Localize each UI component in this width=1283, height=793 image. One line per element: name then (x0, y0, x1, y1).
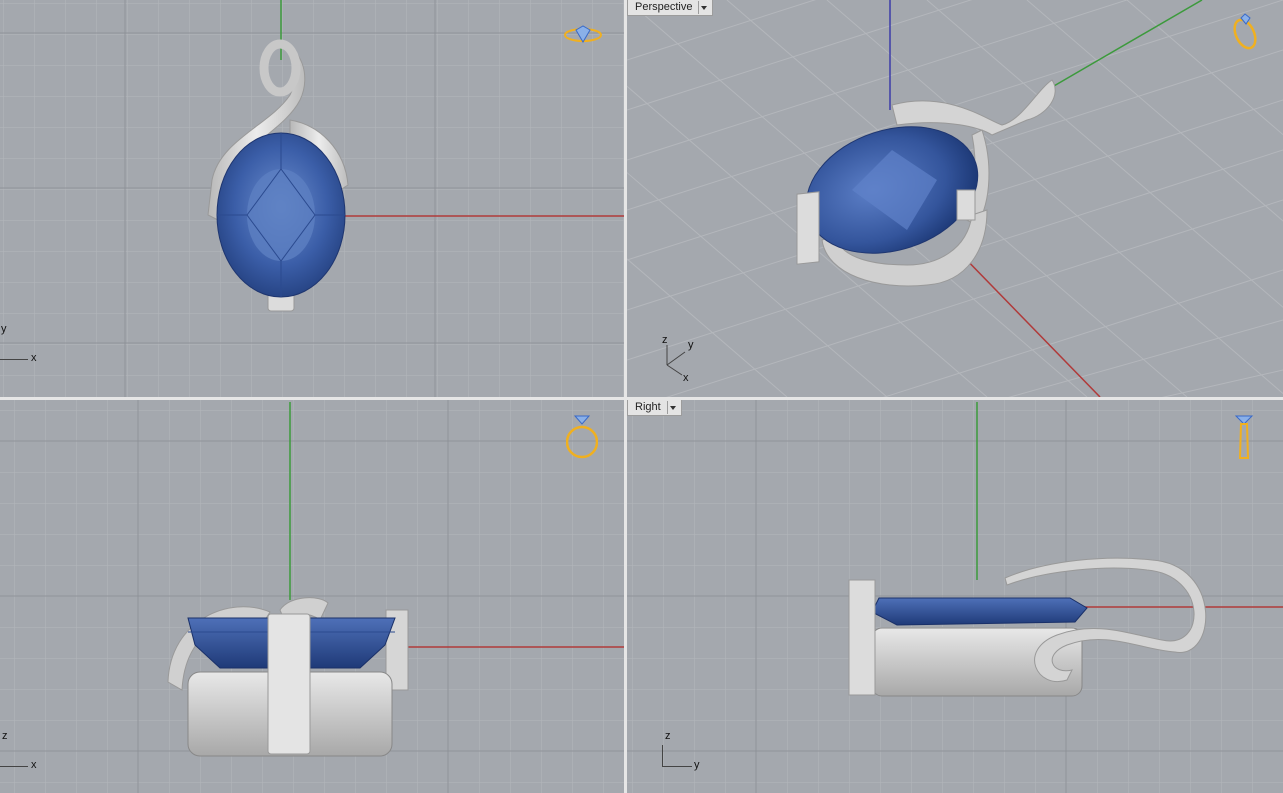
top-view-canvas[interactable] (0, 0, 624, 397)
axis-label-horizontal: x (31, 352, 37, 364)
viewport-title-text: Perspective (635, 1, 693, 13)
ring-right-icon[interactable] (1231, 410, 1257, 462)
viewport-title-perspective[interactable]: Perspective (627, 0, 714, 16)
viewport-front[interactable]: z x (0, 400, 624, 793)
axis-indicator-line (662, 745, 663, 767)
prong-right (848, 579, 876, 696)
axis-indicator-line (0, 359, 28, 360)
ring-front-icon[interactable] (566, 410, 598, 460)
ring-top-icon[interactable] (563, 24, 603, 46)
axis-label-b: y (688, 339, 694, 351)
right-view-canvas[interactable] (627, 400, 1283, 793)
axis-indicator-line (0, 766, 28, 767)
viewport-menu-arrow-icon[interactable] (666, 401, 677, 414)
perspective-view-canvas[interactable] (627, 0, 1283, 397)
viewport-top[interactable]: y x (0, 0, 624, 397)
axis-indicator-line (662, 766, 692, 767)
axis-label-horizontal: x (31, 759, 37, 771)
viewport-menu-arrow-icon[interactable] (698, 1, 708, 14)
viewport-title-text: Right (635, 401, 661, 413)
axis-label-horizontal: y (694, 759, 700, 771)
viewport-right[interactable]: Right z y (627, 400, 1283, 793)
front-view-canvas[interactable] (0, 400, 624, 793)
prong-front (267, 613, 311, 755)
gem-right (871, 597, 1088, 626)
viewport-title-right[interactable]: Right (627, 400, 682, 416)
axis-label-vertical: z (2, 730, 8, 742)
axis-label-vertical: y (1, 323, 7, 335)
axis-label-vertical: z (665, 730, 671, 742)
viewport-perspective[interactable]: Perspective z y x (627, 0, 1283, 397)
axis-label-a: z (662, 334, 668, 346)
ring-perspective-icon[interactable] (1228, 10, 1262, 52)
axis-label-c: x (683, 372, 689, 384)
